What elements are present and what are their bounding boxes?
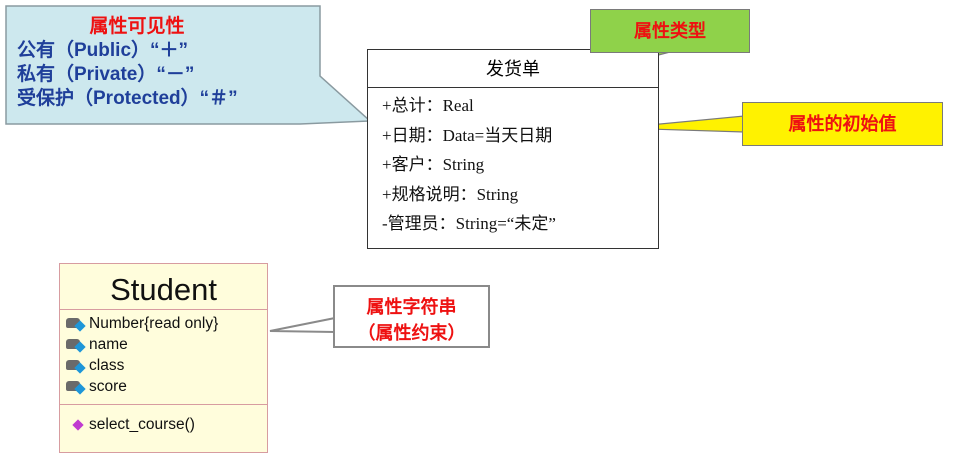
visibility-private: 私有（Private）“－”: [17, 64, 195, 85]
attribute-icon: [64, 379, 88, 395]
invoice-attr-manager: -管理员：String=“未定”: [382, 214, 556, 233]
student-attr-score: score: [89, 378, 127, 395]
student-op-select-course: select_course(): [89, 416, 195, 433]
attribute-initial-value-label: 属性的初始值: [742, 102, 943, 146]
string-callout-line1: 属性字符串: [366, 297, 457, 317]
attribute-icon: [64, 358, 88, 374]
student-operation-row: select_course(): [72, 415, 267, 435]
invoice-attr-date: +日期：Data=当天日期: [382, 125, 553, 145]
student-attr-number: Number{read only}: [89, 315, 219, 332]
string-callout-line2: （属性约束）: [357, 323, 466, 343]
invoice-attr-total: +总计：Real: [382, 96, 474, 115]
student-attr-class: class: [89, 357, 125, 374]
invoice-attr-customer: +客户：String: [382, 155, 485, 174]
invoice-class-box: 发货单 +总计：Real +日期：Data=当天日期 +客户：String +规…: [367, 49, 659, 249]
visibility-title: 属性可见性: [89, 16, 185, 37]
student-attr-name: name: [89, 336, 128, 353]
attribute-string-callout: 属性字符串 （属性约束）: [333, 285, 490, 348]
attribute-icon: [64, 337, 88, 353]
student-attr-row: score: [64, 376, 267, 397]
invoice-attr-spec: +规格说明：String: [382, 184, 519, 204]
student-attr-row: name: [64, 334, 267, 355]
student-attr-row: Number{read only}: [64, 313, 267, 334]
visibility-public: 公有（Public）“＋”: [17, 40, 189, 61]
student-class-name: Student: [60, 264, 267, 310]
student-class-box: Student Number{read only} name class sco…: [59, 263, 268, 453]
student-attr-row: class: [64, 355, 267, 376]
operation-icon: [72, 419, 84, 431]
attribute-icon: [64, 316, 88, 332]
invoice-class-name: 发货单: [368, 50, 658, 88]
string-callout-pointer: [269, 316, 336, 334]
attribute-type-label: 属性类型: [590, 9, 750, 53]
visibility-protected: 受保护（Protected）“＃”: [17, 88, 238, 109]
visibility-callout: 属性可见性 公有（Public）“＋” 私有（Private）“－” 受保护（P…: [5, 5, 321, 123]
